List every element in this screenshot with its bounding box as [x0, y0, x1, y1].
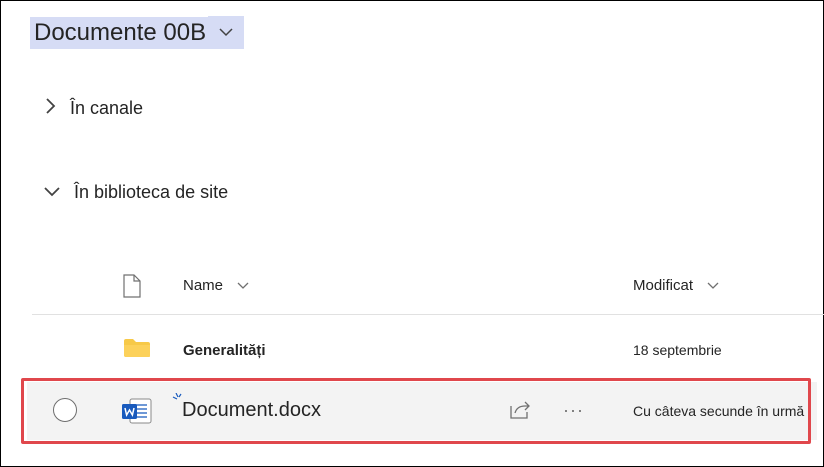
file-type-icon[interactable]: [122, 274, 142, 303]
share-icon[interactable]: [509, 400, 531, 425]
file-name-link[interactable]: Generalități: [183, 342, 266, 359]
chevron-down-icon: [208, 16, 245, 49]
library-title-dropdown[interactable]: Documente 00B: [30, 16, 245, 49]
column-header-row: Name Modificat: [0, 266, 824, 306]
chevron-down-icon: [237, 277, 249, 294]
more-options-icon[interactable]: ···: [563, 400, 584, 420]
section-label: În biblioteca de site: [74, 182, 229, 202]
modified-date: Cu câteva secunde în urmă: [633, 403, 805, 419]
library-title: Documente 00B: [30, 16, 211, 49]
table-row-selected[interactable]: Document.docx ··· Cu câteva secunde în u…: [27, 382, 817, 440]
modified-date: 18 septembrie: [633, 342, 722, 358]
section-in-channels[interactable]: În canale: [44, 98, 143, 119]
column-header-name[interactable]: Name: [183, 277, 249, 294]
header-divider: [32, 314, 824, 315]
column-label: Name: [183, 277, 224, 294]
chevron-down-icon: [707, 277, 719, 294]
file-name-link[interactable]: Document.docx: [182, 399, 321, 422]
section-site-library[interactable]: În biblioteca de site: [44, 182, 228, 203]
folder-icon: [123, 338, 151, 363]
column-header-modified[interactable]: Modificat: [633, 277, 719, 294]
row-select-checkbox[interactable]: [53, 398, 77, 422]
table-row[interactable]: Generalități 18 septembrie: [0, 330, 824, 368]
column-label: Modificat: [633, 277, 694, 294]
word-document-icon: [121, 398, 153, 429]
chevron-down-icon: [44, 184, 60, 202]
section-label: În canale: [70, 98, 144, 118]
chevron-right-icon: [44, 98, 56, 119]
